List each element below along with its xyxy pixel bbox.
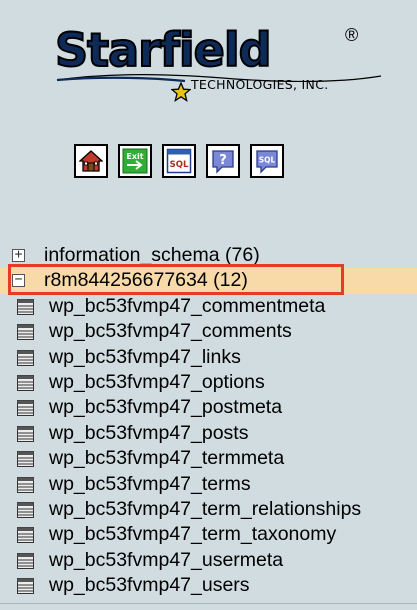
collapse-toggle-icon[interactable]: − [12,273,25,288]
database-table-count: (76) [225,244,260,266]
table-icon [17,527,34,544]
table-item[interactable]: wp_bc53fvmp47_termmeta [0,446,417,471]
table-item[interactable]: wp_bc53fvmp47_users [0,573,417,598]
table-name[interactable]: wp_bc53fvmp47_users [49,573,250,598]
home-button[interactable] [74,144,108,178]
table-item[interactable]: wp_bc53fvmp47_posts [0,421,417,446]
table-name[interactable]: wp_bc53fvmp47_comments [49,319,292,344]
help-button[interactable]: ? [206,144,240,178]
table-item[interactable]: wp_bc53fvmp47_commentmeta [0,294,417,319]
logo-registered-mark: ® [345,25,359,45]
table-item[interactable]: wp_bc53fvmp47_comments [0,319,417,344]
database-name: r8m844256677634 [44,269,208,292]
table-item[interactable]: wp_bc53fvmp47_term_taxonomy [0,522,417,547]
table-icon [17,451,34,468]
table-list: wp_bc53fvmp47_commentmeta wp_bc53fvmp47_… [0,294,417,599]
database-table-count: (12) [213,269,248,292]
table-name[interactable]: wp_bc53fvmp47_links [49,345,241,370]
table-name[interactable]: wp_bc53fvmp47_termmeta [49,446,284,471]
sql-docs-icon: SQL [256,150,278,174]
table-name[interactable]: wp_bc53fvmp47_options [49,370,265,395]
help-icon: ? [212,150,234,174]
table-item[interactable]: wp_bc53fvmp47_postmeta [0,395,417,420]
table-icon [17,476,34,493]
sql-query-button[interactable]: SQL [162,144,196,178]
logo-tagline: TECHNOLOGIES, INC. [191,77,329,92]
exit-button[interactable]: Exit [118,144,152,178]
sql-docs-button[interactable]: SQL [250,144,284,178]
database-label[interactable]: information_schema (76) [44,243,260,268]
database-item-selected[interactable]: − r8m844256677634 (12) [0,268,417,294]
starfield-logo: Starfield ® TECHNOLOGIES, INC. [54,23,385,104]
table-name[interactable]: wp_bc53fvmp47_term_taxonomy [49,522,336,547]
table-icon [17,298,34,315]
table-item[interactable]: wp_bc53fvmp47_term_relationships [0,497,417,522]
exit-icon: Exit [122,148,148,174]
table-icon [17,324,34,341]
table-icon [17,349,34,366]
sql-query-icon: SQL [166,148,192,174]
table-icon [17,501,34,518]
home-icon [79,150,103,172]
table-name[interactable]: wp_bc53fvmp47_terms [49,472,251,497]
logo-wordmark: Starfield [54,23,273,77]
table-item[interactable]: wp_bc53fvmp47_terms [0,472,417,497]
exit-icon-text: Exit [126,152,143,161]
table-name[interactable]: wp_bc53fvmp47_commentmeta [49,294,325,319]
table-item[interactable]: wp_bc53fvmp47_options [0,370,417,395]
table-name[interactable]: wp_bc53fvmp47_posts [49,421,248,446]
database-tree: + information_schema (76) − r8m844256677… [0,243,417,598]
table-icon [17,425,34,442]
database-label[interactable]: r8m844256677634 (12) [44,268,248,293]
table-item[interactable]: wp_bc53fvmp47_usermeta [0,548,417,573]
database-item[interactable]: + information_schema (76) [0,243,417,268]
table-name[interactable]: wp_bc53fvmp47_postmeta [49,395,282,420]
table-icon [17,578,34,595]
database-name: information_schema [44,244,220,266]
help-icon-text: ? [219,153,227,168]
table-icon [17,552,34,569]
sql-docs-icon-text: SQL [259,156,276,165]
logo-star-icon [171,82,191,102]
table-name[interactable]: wp_bc53fvmp47_usermeta [49,548,283,573]
sql-query-icon-text: SQL [170,160,189,170]
table-name[interactable]: wp_bc53fvmp47_term_relationships [49,497,361,522]
table-item[interactable]: wp_bc53fvmp47_links [0,345,417,370]
expand-toggle-icon[interactable]: + [12,248,25,262]
table-icon [17,400,34,417]
table-icon [17,374,34,391]
toolbar: Exit SQL ? SQL [74,144,284,178]
